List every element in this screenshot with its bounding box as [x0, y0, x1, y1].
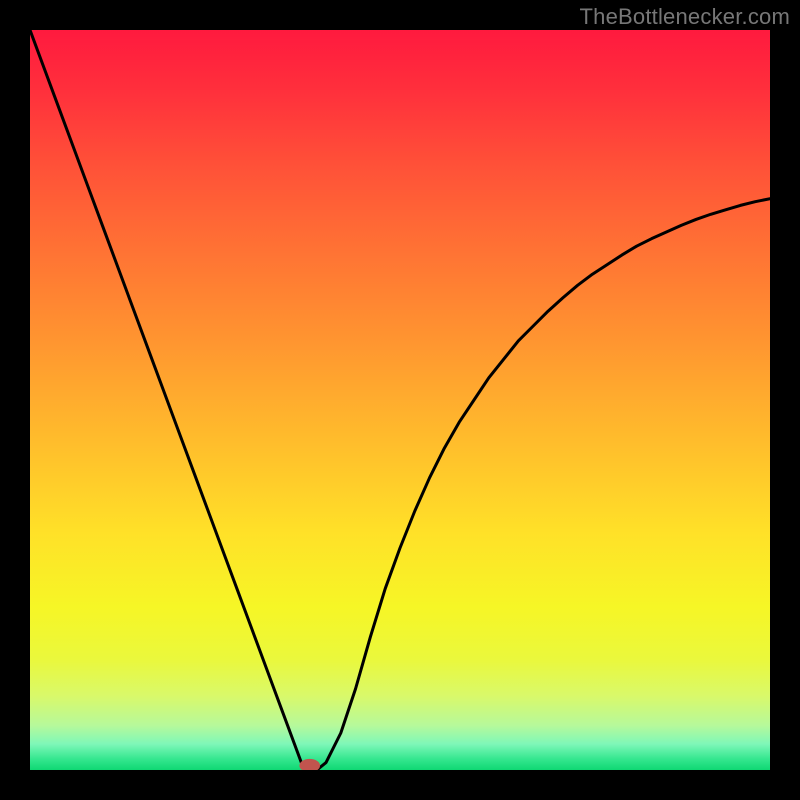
chart-background: [30, 30, 770, 770]
bottleneck-chart: [30, 30, 770, 770]
watermark-text: TheBottlenecker.com: [580, 4, 790, 30]
chart-stage: TheBottlenecker.com: [0, 0, 800, 800]
